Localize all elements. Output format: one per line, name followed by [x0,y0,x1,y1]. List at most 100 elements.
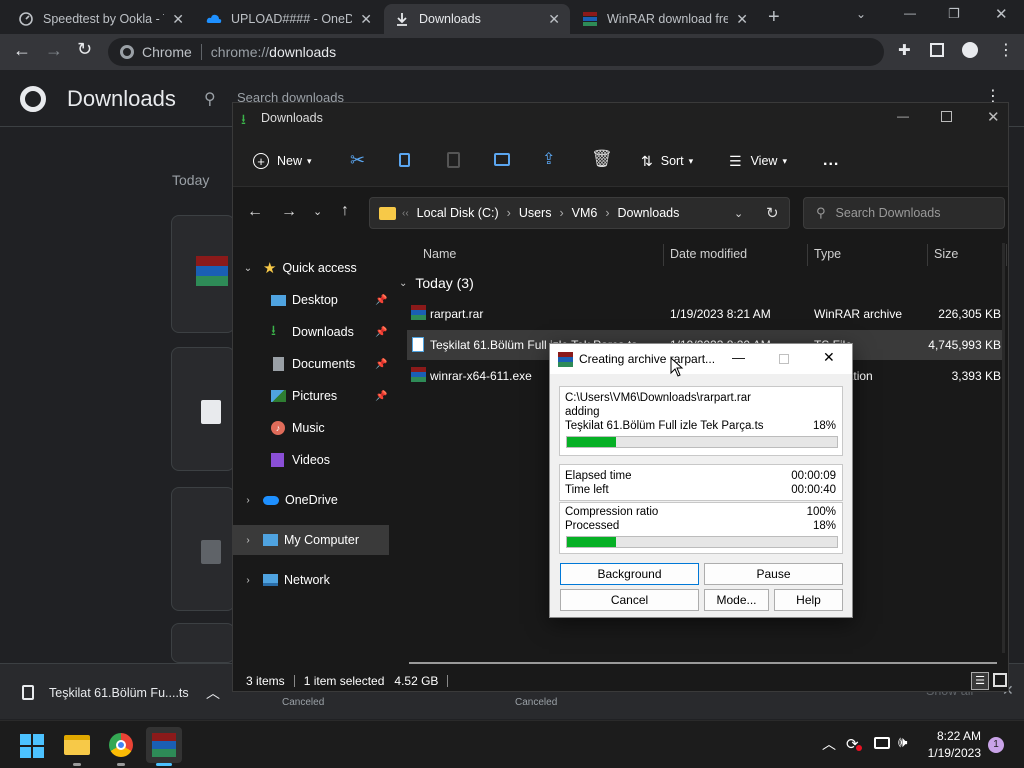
winrar-taskbar-icon[interactable] [146,727,182,763]
group-header-today[interactable]: ⌄ Today (3) [399,275,474,291]
nav-music[interactable]: ♪ Music [233,413,389,443]
back-icon[interactable]: ← [13,40,31,61]
copy-icon[interactable] [399,153,410,167]
tab-onedrive[interactable]: UPLOAD#### - OneDri ✕ [196,4,382,34]
extensions-icon[interactable]: ✚ [898,41,911,59]
details-view-icon[interactable]: ☰ [971,672,989,690]
tab-search-icon[interactable]: ⌄ [856,7,866,21]
share-icon[interactable]: ⇪ [542,149,555,169]
chrome-taskbar-icon[interactable] [109,733,133,757]
download-card[interactable] [171,347,235,471]
sort-label: Sort [660,154,684,168]
paste-icon[interactable] [447,152,460,168]
pin-icon[interactable]: 📌 [375,391,387,402]
sort-button[interactable]: ⇅ Sort ▾ [641,147,693,175]
download-card[interactable] [171,215,235,333]
clock-date[interactable]: 1/19/2023 [921,746,981,760]
chevron-up-icon[interactable]: ︿ [206,683,220,703]
back-icon[interactable]: ← [247,203,263,221]
show-hidden-icons-chevron-icon[interactable]: ︿ [822,734,836,754]
breadcrumb-vm6[interactable]: VM6 [572,206,598,220]
reload-icon[interactable]: ↻ [77,39,92,60]
nav-onedrive[interactable]: › OneDrive [233,485,389,515]
file-explorer-taskbar-icon[interactable] [64,735,90,755]
download-icon [394,11,410,27]
view-button[interactable]: ☰ View ▾ [729,147,787,175]
see-more-button[interactable]: ... [823,147,839,175]
cancel-button[interactable]: Cancel [560,589,699,611]
new-tab-button[interactable]: + [768,6,780,29]
nav-documents[interactable]: Documents 📌 [233,349,389,379]
pin-icon[interactable]: 📌 [375,327,387,338]
breadcrumb-downloads[interactable]: Downloads [618,206,680,220]
pin-icon[interactable]: 📌 [375,295,387,306]
explorer-search-input[interactable]: ⚲ Search Downloads [803,197,1005,229]
minimize-button[interactable]: — [732,350,745,365]
clock-time[interactable]: 8:22 AM [931,729,981,743]
nav-desktop[interactable]: Desktop 📌 [233,285,389,315]
profile-avatar[interactable] [962,42,978,58]
file-row[interactable]: rarpart.rar 1/19/2023 8:21 AM WinRAR arc… [407,299,1005,329]
volume-icon[interactable]: 🕪 [898,734,907,751]
forward-icon[interactable]: → [45,40,63,61]
tiles-view-icon[interactable] [993,673,1007,687]
forward-icon[interactable]: → [281,203,297,221]
address-bar[interactable]: ‹‹ Local Disk (C:) › Users › VM6 › Downl… [369,197,790,229]
close-tab-icon[interactable]: ✕ [548,11,560,28]
notification-badge[interactable]: 1 [988,737,1004,753]
close-button[interactable]: ✕ [823,349,835,366]
tab-speedtest[interactable]: Speedtest by Ookla - Th ✕ [8,4,194,34]
refresh-icon[interactable]: ↻ [766,204,779,222]
delete-icon[interactable]: 🗑 [591,149,613,169]
up-icon[interactable]: ↑ [341,202,349,220]
background-button[interactable]: Background [560,563,699,585]
nav-pictures[interactable]: Pictures 📌 [233,381,389,411]
download-card[interactable] [171,623,235,663]
pin-icon[interactable]: 📌 [375,359,387,370]
start-button[interactable] [20,734,44,758]
help-button[interactable]: Help [774,589,843,611]
rename-icon[interactable] [494,153,510,166]
pause-button[interactable]: Pause [704,563,843,585]
nav-videos[interactable]: Videos [233,445,389,475]
breadcrumb-users[interactable]: Users [519,206,552,220]
nav-downloads[interactable]: ⭳ Downloads 📌 [233,317,389,347]
minimize-button[interactable]: — [897,109,909,123]
menu-kebab-icon[interactable]: ⋮ [998,40,1014,60]
recent-locations-icon[interactable]: ⌄ [313,205,322,218]
maximize-button[interactable] [941,111,952,122]
nav-quick-access[interactable]: ⌄ ★ Quick access [233,253,389,283]
minimize-button[interactable]: — [904,6,916,20]
close-tab-icon[interactable]: ✕ [360,11,372,28]
restore-button[interactable]: ❐ [948,6,960,22]
breadcrumb-local-disk[interactable]: Local Disk (C:) [417,206,499,220]
side-panel-icon[interactable] [930,43,944,57]
column-date-modified[interactable]: Date modified [670,240,747,268]
omnibox[interactable]: Chrome chrome://downloads [108,38,884,66]
nav-my-computer[interactable]: › My Computer [233,525,389,555]
mode-button[interactable]: Mode... [704,589,769,611]
download-card[interactable] [171,487,235,611]
tab-winrar[interactable]: WinRAR download free ✕ [572,4,758,34]
column-name[interactable]: Name [423,240,456,268]
column-type[interactable]: Type [814,240,841,268]
close-tab-icon[interactable]: ✕ [736,11,748,28]
file-percent: 18% [812,420,836,432]
close-button[interactable]: ✕ [987,108,1000,126]
archive-path: C:\Users\VM6\Downloads\rarpart.rar [565,392,751,404]
horizontal-scrollbar[interactable] [409,662,997,664]
nav-network[interactable]: › Network [233,565,389,595]
new-button[interactable]: + New ▾ [253,147,312,175]
winrar-icon [582,11,598,27]
close-tab-icon[interactable]: ✕ [172,11,184,28]
close-window-button[interactable]: ✕ [995,5,1008,23]
shelf-item-name[interactable]: Teşkilat 61.Bölüm Fu....ts [49,686,189,700]
cut-icon[interactable]: ✂ [350,150,365,171]
chevron-down-icon[interactable]: ⌄ [734,207,743,220]
tab-downloads[interactable]: Downloads ✕ [384,4,570,34]
vertical-scrollbar[interactable] [1002,243,1005,653]
network-status-icon[interactable] [874,737,890,749]
column-size[interactable]: Size [934,240,958,268]
processed-label: Processed [565,520,620,532]
desktop-icon [271,294,286,306]
